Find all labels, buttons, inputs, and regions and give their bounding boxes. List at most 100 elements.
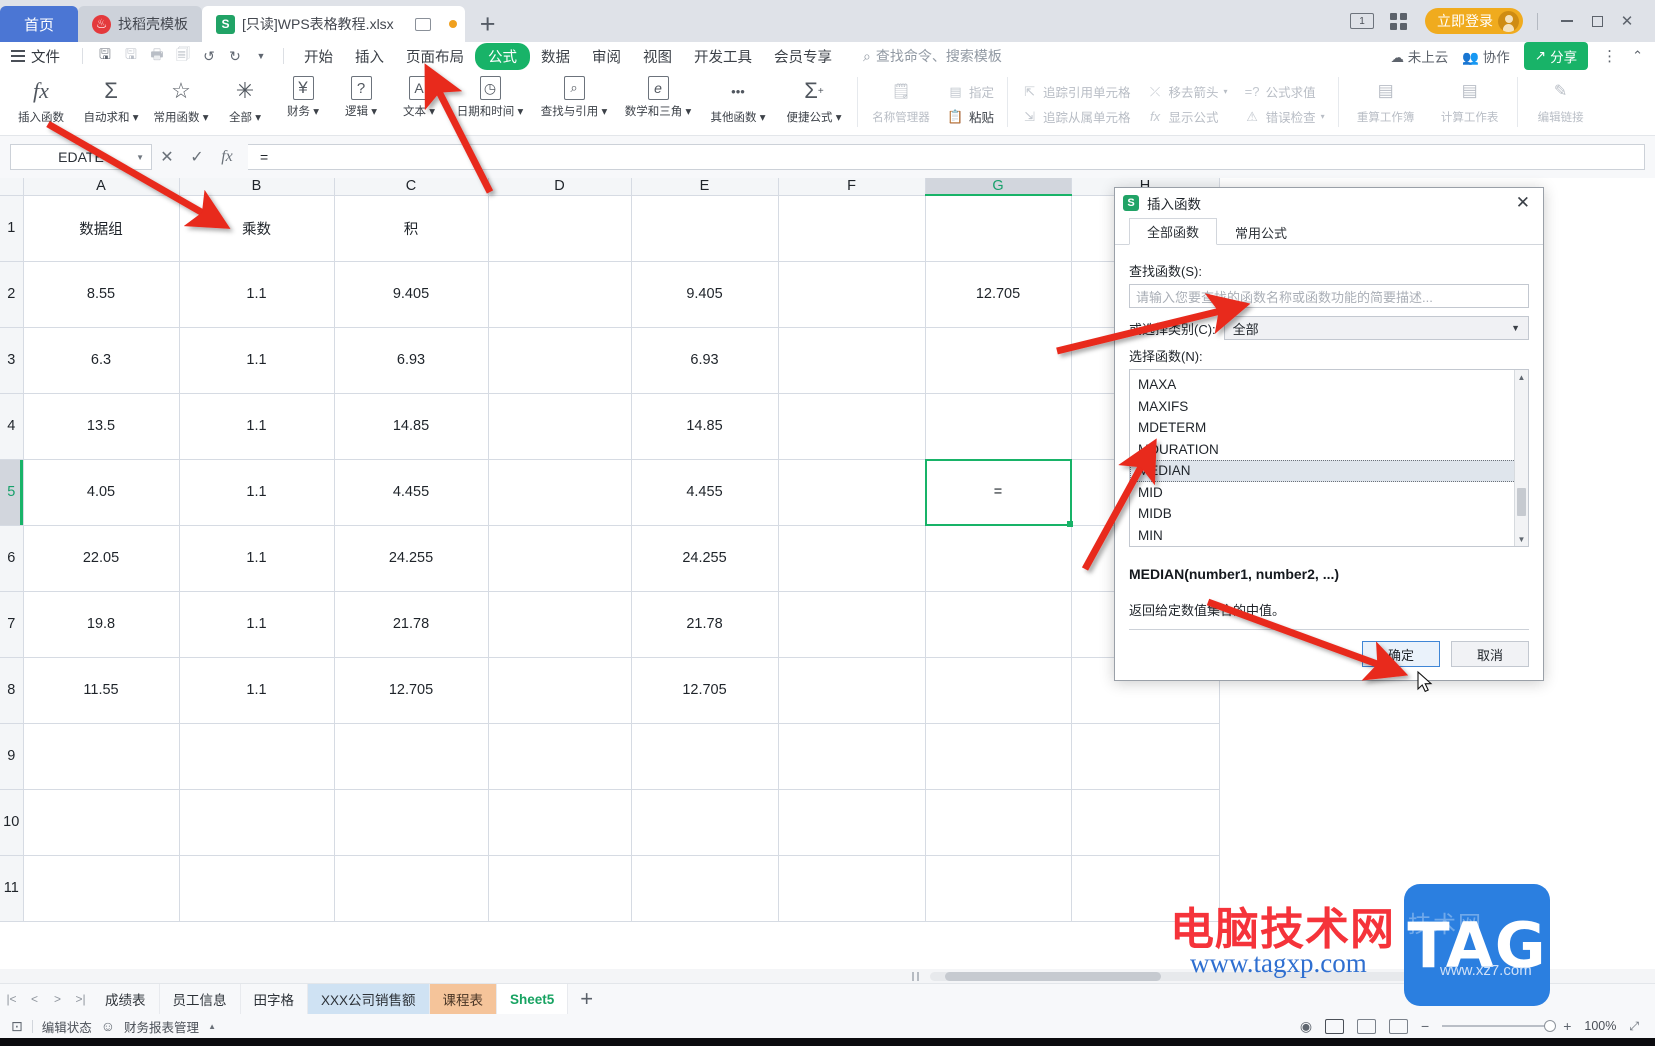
zoom-level-label[interactable]: 100% bbox=[1584, 1019, 1616, 1033]
screens-badge[interactable]: 1 bbox=[1350, 13, 1374, 29]
ribbon-logical[interactable]: ? 逻辑 ▾ bbox=[332, 70, 390, 134]
cell-G9[interactable] bbox=[925, 723, 1072, 790]
cell-F11[interactable] bbox=[778, 855, 926, 922]
cell-C4[interactable]: 14.85 bbox=[334, 393, 489, 460]
row-header-10[interactable]: 10 bbox=[0, 789, 24, 856]
column-header-A[interactable]: A bbox=[23, 178, 180, 196]
cell-E5[interactable]: 4.455 bbox=[631, 459, 779, 526]
zoom-in-button[interactable]: + bbox=[1563, 1018, 1571, 1034]
sheet-tab-kechengbiao[interactable]: 课程表 bbox=[429, 983, 498, 1015]
caret-up-icon[interactable]: ▲ bbox=[208, 1022, 216, 1031]
cell-D3[interactable] bbox=[488, 327, 632, 394]
cell-D6[interactable] bbox=[488, 525, 632, 592]
select-all-corner[interactable] bbox=[0, 178, 24, 196]
cell-B8[interactable]: 1.1 bbox=[179, 657, 335, 724]
collaborate-button[interactable]: 👥 协作 bbox=[1462, 46, 1510, 66]
zoom-track[interactable] bbox=[1442, 1020, 1557, 1033]
column-header-D[interactable]: D bbox=[488, 178, 632, 196]
sheet-tab-chengjibiao[interactable]: 成绩表 bbox=[92, 983, 160, 1015]
ribbon-edit-links[interactable]: ✎ 编辑链接 bbox=[1523, 70, 1599, 134]
cancel-formula-button[interactable]: ✕ bbox=[152, 142, 182, 172]
row-header-5[interactable]: 5 bbox=[0, 459, 24, 526]
cell-F8[interactable] bbox=[778, 657, 926, 724]
cell-B10[interactable] bbox=[179, 789, 335, 856]
next-sheet-button[interactable]: > bbox=[46, 984, 69, 1015]
insert-function-icon[interactable]: fx bbox=[212, 142, 242, 172]
cell-B11[interactable] bbox=[179, 855, 335, 922]
prev-sheet-button[interactable]: < bbox=[23, 984, 46, 1015]
search-function-input[interactable]: 请输入您要查找的函数名称或函数功能的简要描述... bbox=[1129, 284, 1529, 308]
dialog-title-bar[interactable]: S 插入函数 ✕ bbox=[1115, 188, 1543, 218]
macro-record-icon[interactable]: ⊡ bbox=[11, 1018, 23, 1035]
ribbon-name-manager[interactable]: 🗒 名称管理器 bbox=[863, 70, 939, 134]
more-menu-icon[interactable]: ⋮ bbox=[1602, 47, 1618, 65]
cell-C9[interactable] bbox=[334, 723, 489, 790]
cell-E1[interactable] bbox=[631, 195, 779, 262]
cell-G2[interactable]: 12.705 bbox=[925, 261, 1072, 328]
save-as-icon[interactable]: 🖫 bbox=[118, 45, 144, 67]
cell-B6[interactable]: 1.1 bbox=[179, 525, 335, 592]
tab-common-formulas[interactable]: 常用公式 bbox=[1217, 218, 1305, 245]
list-item[interactable]: MIDB bbox=[1130, 503, 1528, 525]
cancel-button[interactable]: 取消 bbox=[1451, 641, 1529, 667]
sheet-tab-xiaoshoue[interactable]: XXX公司销售额 bbox=[308, 983, 430, 1015]
cell-E9[interactable] bbox=[631, 723, 779, 790]
tab-document[interactable]: S [只读]WPS表格教程.xlsx bbox=[202, 6, 465, 42]
row-header-4[interactable]: 4 bbox=[0, 393, 24, 460]
cell-G8[interactable] bbox=[925, 657, 1072, 724]
formula-input[interactable]: = bbox=[248, 144, 1645, 170]
file-menu[interactable]: 文件 bbox=[31, 46, 60, 67]
cell-F2[interactable] bbox=[778, 261, 926, 328]
cell-E4[interactable]: 14.85 bbox=[631, 393, 779, 460]
command-search[interactable]: ⌕ 查找命令、搜索模板 bbox=[863, 46, 1002, 66]
cell-B9[interactable] bbox=[179, 723, 335, 790]
column-header-C[interactable]: C bbox=[334, 178, 489, 196]
scrollbar-thumb[interactable] bbox=[945, 971, 1161, 981]
ribbon-evaluate-formula[interactable]: =? 公式求值 bbox=[1236, 79, 1333, 104]
cell-G4[interactable] bbox=[925, 393, 1072, 460]
list-item-selected[interactable]: MEDIAN bbox=[1130, 460, 1526, 482]
scrollbar-thumb[interactable] bbox=[1517, 488, 1526, 516]
cell-F9[interactable] bbox=[778, 723, 926, 790]
hamburger-icon[interactable] bbox=[11, 50, 25, 62]
tab-home[interactable]: 首页 bbox=[0, 6, 79, 42]
cell-H10[interactable] bbox=[1071, 789, 1220, 856]
ribbon-remove-arrows[interactable]: ⤫ 移去箭头 ▾ bbox=[1139, 79, 1236, 104]
apps-grid-icon[interactable] bbox=[1390, 12, 1407, 30]
cell-C10[interactable] bbox=[334, 789, 489, 856]
new-tab-button[interactable]: + bbox=[480, 11, 496, 42]
print-preview-icon[interactable]: 🗐 bbox=[170, 45, 196, 67]
zoom-knob[interactable] bbox=[1544, 1020, 1557, 1033]
cell-G1[interactable] bbox=[925, 194, 1072, 262]
ribbon-assign[interactable]: ▤ 指定 bbox=[939, 79, 1002, 104]
ribbon-insert-function[interactable]: fx 插入函数 bbox=[6, 70, 76, 134]
cell-E10[interactable] bbox=[631, 789, 779, 856]
page-layout-icon[interactable] bbox=[1357, 1018, 1377, 1034]
menu-item-member[interactable]: 会员专享 bbox=[763, 43, 843, 70]
zoom-slider[interactable] bbox=[1442, 1020, 1557, 1033]
ribbon-autosum[interactable]: Σ 自动求和 ▾ bbox=[76, 70, 146, 134]
cell-C1[interactable]: 积 bbox=[334, 195, 489, 262]
cell-B2[interactable]: 1.1 bbox=[179, 261, 335, 328]
normal-view-icon[interactable] bbox=[1325, 1018, 1345, 1034]
cell-E7[interactable]: 21.78 bbox=[631, 591, 779, 658]
ribbon-math-trig[interactable]: e 数学和三角 ▾ bbox=[616, 70, 700, 134]
ribbon-trace-dependents[interactable]: ⇲ 追踪从属单元格 bbox=[1013, 104, 1139, 129]
cell-D1[interactable] bbox=[488, 195, 632, 262]
ribbon-show-formulas[interactable]: fx 显示公式 bbox=[1139, 104, 1236, 129]
cell-B4[interactable]: 1.1 bbox=[179, 393, 335, 460]
cell-A1[interactable]: 数据组 bbox=[23, 195, 180, 262]
cell-E6[interactable]: 24.255 bbox=[631, 525, 779, 592]
cell-E11[interactable] bbox=[631, 855, 779, 922]
cell-A9[interactable] bbox=[23, 723, 180, 790]
report-mgmt-icon[interactable]: ☺ bbox=[101, 1018, 115, 1034]
cell-H11[interactable] bbox=[1071, 855, 1220, 922]
category-select[interactable]: 全部 ▼ bbox=[1223, 316, 1529, 340]
scroll-right-icon[interactable]: ▶ bbox=[1434, 971, 1441, 982]
cell-A5[interactable]: 4.05 bbox=[23, 459, 180, 526]
confirm-formula-button[interactable]: ✓ bbox=[182, 142, 212, 172]
cell-A10[interactable] bbox=[23, 789, 180, 856]
first-sheet-button[interactable]: |< bbox=[0, 984, 23, 1015]
scroll-down-icon[interactable]: ▼ bbox=[1515, 532, 1528, 546]
cell-G3[interactable] bbox=[925, 327, 1072, 394]
